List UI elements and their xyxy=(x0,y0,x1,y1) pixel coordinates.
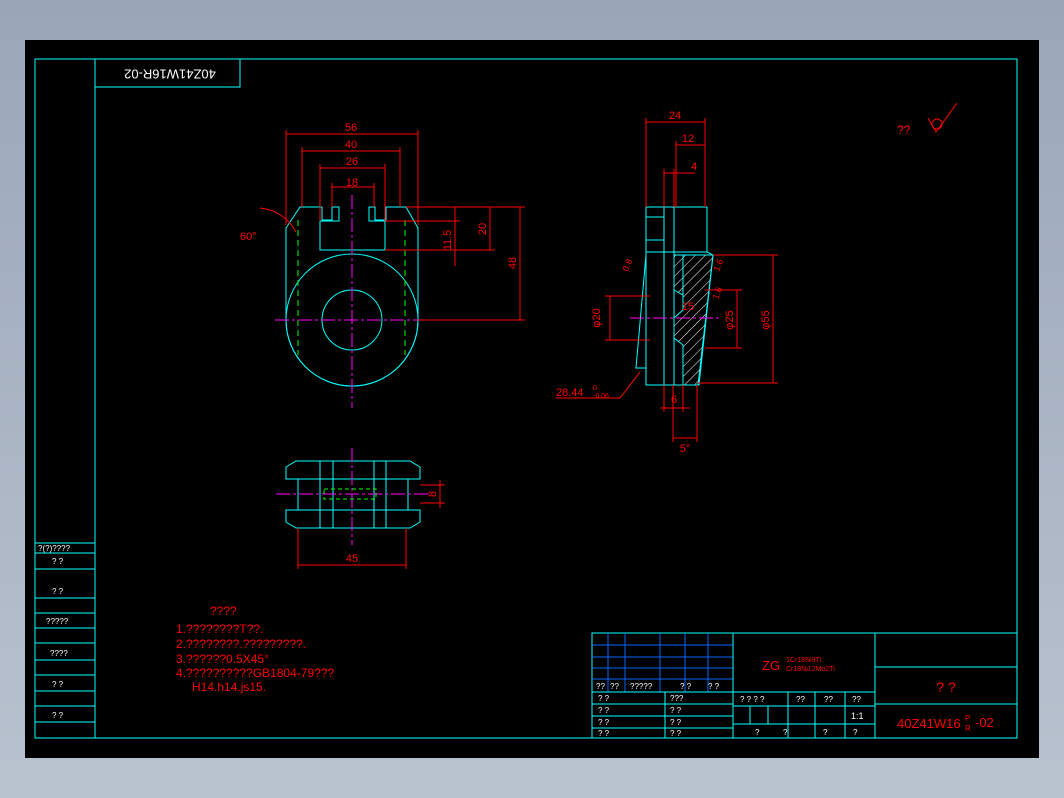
dim-8: 8 xyxy=(427,491,439,497)
dim-56: 56 xyxy=(345,122,357,134)
left-table-header: ?(?)???? xyxy=(38,544,71,553)
material-line-2: Cr18Ni12Mo2Ti xyxy=(786,666,835,673)
dim-15: 15 xyxy=(682,301,694,313)
stage-header-2: ?? xyxy=(796,695,805,704)
dim-48: 48 xyxy=(507,257,519,269)
note-line-2: 2.????????.?????????. xyxy=(176,637,306,651)
dim-4: 4 xyxy=(691,161,697,173)
note-line-5: H14.h14.js15. xyxy=(192,680,266,694)
bottom-cell-2: ? xyxy=(783,728,788,737)
dim-phi55: φ55 xyxy=(760,310,772,329)
sign-mid-2: ? ? xyxy=(670,706,682,715)
left-row-1: ? ? xyxy=(52,557,64,566)
sign-left-3: ? ? xyxy=(598,718,610,727)
sign-mid-1: ??? xyxy=(670,694,684,703)
stage-header-4: ?? xyxy=(852,695,861,704)
dim-20: 20 xyxy=(477,223,489,235)
left-row-6: ? ? xyxy=(52,711,64,720)
dim-28-44: 28.44 xyxy=(556,387,584,399)
dim-40: 40 xyxy=(345,139,357,151)
dim-phi20: φ20 xyxy=(591,308,603,327)
sign-left-4: ? ? xyxy=(598,729,610,738)
sign-left-2: ? ? xyxy=(598,706,610,715)
sign-header-4: ? ? xyxy=(680,682,692,691)
note-line-3: 3.??????0.5X45° xyxy=(176,652,269,666)
sign-left-1: ? ? xyxy=(598,694,610,703)
dim-18: 18 xyxy=(346,177,358,189)
dim-phi25: φ25 xyxy=(724,310,736,329)
drawing-number: 40Z41W16 xyxy=(897,716,961,731)
material-prefix: ZG xyxy=(762,658,780,673)
dim-24: 24 xyxy=(669,110,681,122)
left-row-2: ? ? xyxy=(52,587,64,596)
sign-header-3: ????? xyxy=(630,682,653,691)
dim-tol-upper: 0 xyxy=(593,385,597,392)
dim-11-5: 11.5 xyxy=(442,230,454,251)
dim-12: 12 xyxy=(682,133,694,145)
left-row-5: ? ? xyxy=(52,680,64,689)
drawing-number-super: P xyxy=(965,714,970,723)
sign-header-2: ?? xyxy=(610,682,619,691)
bottom-cell-3: ? xyxy=(823,728,828,737)
stage-header-3: ?? xyxy=(824,695,833,704)
sign-mid-3: ? ? xyxy=(670,718,682,727)
bottom-cell-4: ? xyxy=(853,728,858,737)
stamp-text: 40Z41W16R-02 xyxy=(124,67,216,82)
dim-26: 26 xyxy=(346,156,358,168)
dim-tol-lower: -0.06 xyxy=(593,393,609,400)
drawing-number-sub: R xyxy=(965,724,971,733)
dim-angle-5: 5° xyxy=(680,443,691,455)
dim-angle-60: 60° xyxy=(240,231,257,243)
sign-header-5: ? ? xyxy=(708,682,720,691)
sign-mid-4: ? ? xyxy=(670,729,682,738)
sign-header-1: ?? xyxy=(596,682,605,691)
bottom-cell-1: ? xyxy=(755,728,760,737)
left-row-3: ????? xyxy=(46,617,69,626)
stage-header-1: ? ? ? ? xyxy=(740,695,765,704)
scale-value: 1:1 xyxy=(851,711,864,721)
roughness-label: ?? xyxy=(897,123,911,137)
material-line-1: 1Cr18Ni9Ti xyxy=(786,657,822,664)
cad-drawing-canvas: 40Z41W16R-02 56 40 26 18 20 11.5 48 60° … xyxy=(25,40,1039,758)
note-line-1: 1.????????T??. xyxy=(176,622,263,636)
drawing-number-suffix: -02 xyxy=(975,715,994,730)
dim-45: 45 xyxy=(346,553,358,565)
dim-6: 6 xyxy=(671,394,677,406)
note-line-4: 4.??????????GB1804-79??? xyxy=(176,666,334,680)
part-name: ? ? xyxy=(936,679,956,695)
notes-title: ???? xyxy=(210,604,237,618)
left-row-4: ???? xyxy=(50,649,68,658)
